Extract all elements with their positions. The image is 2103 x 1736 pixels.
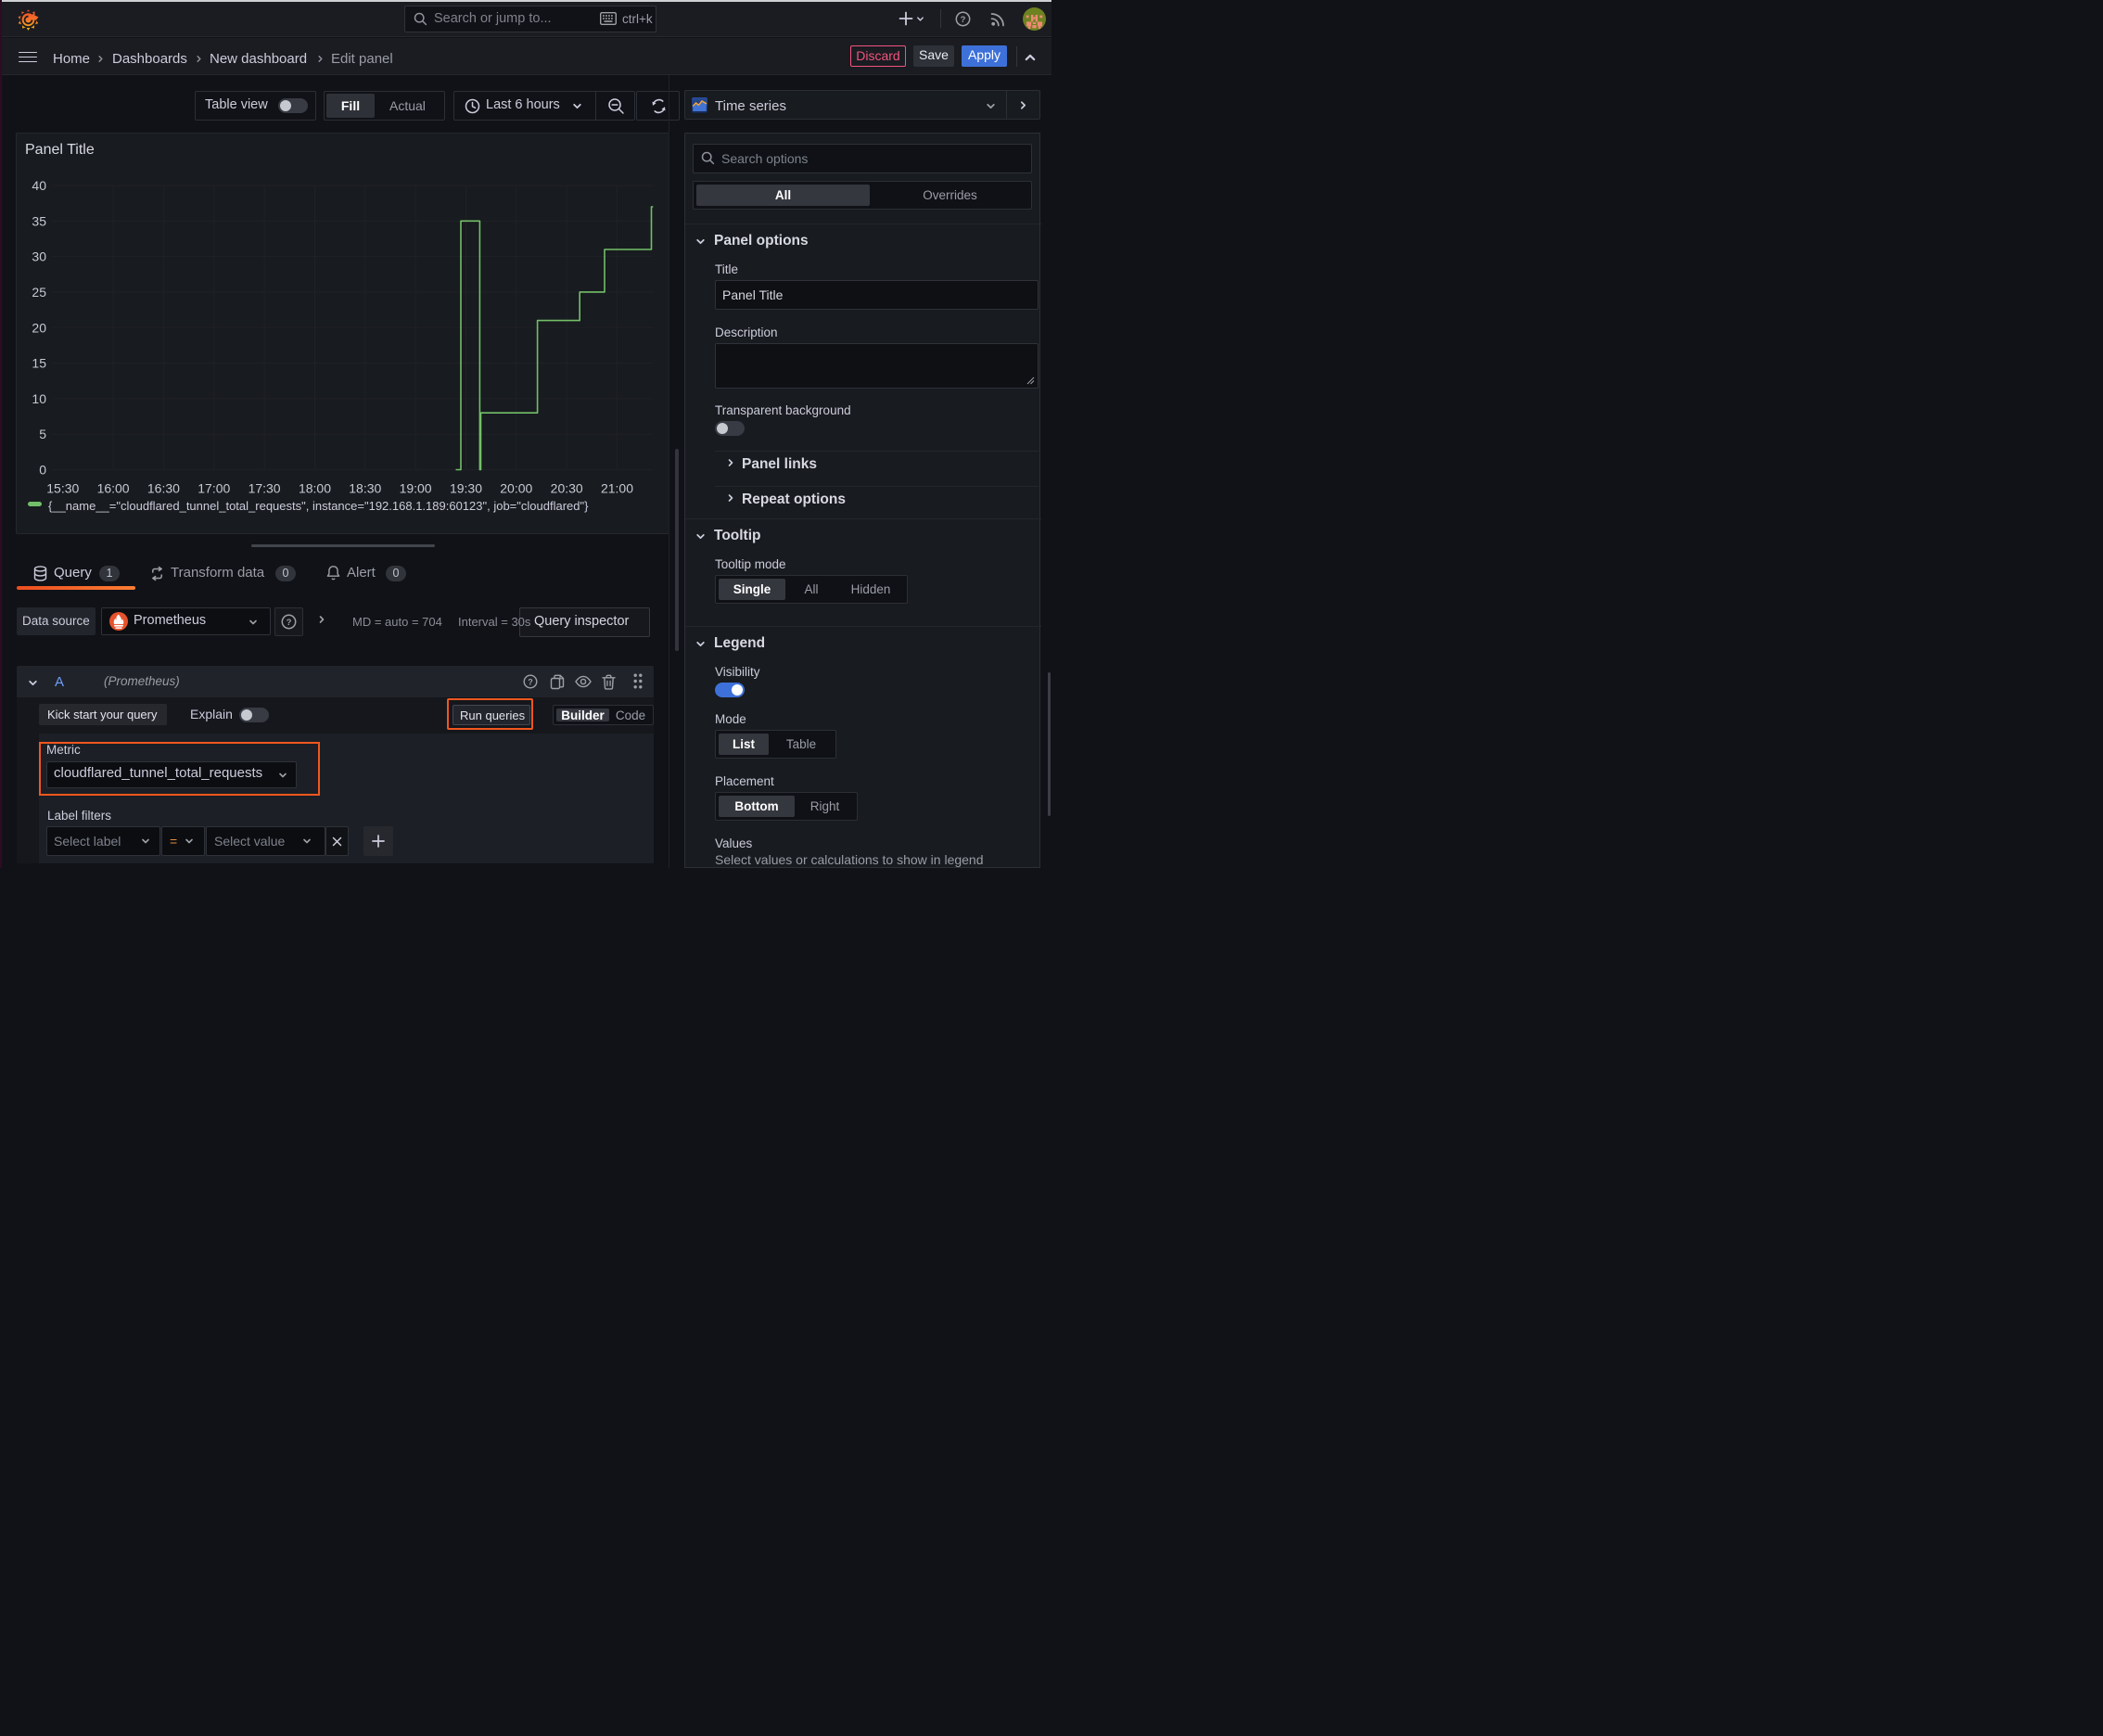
svg-text:35: 35 <box>32 213 46 228</box>
svg-text:19:00: 19:00 <box>400 481 432 496</box>
svg-text:18:00: 18:00 <box>299 481 331 496</box>
svg-text:40: 40 <box>32 178 46 193</box>
svg-text:16:00: 16:00 <box>97 481 130 496</box>
svg-text:15: 15 <box>32 356 46 371</box>
svg-text:18:30: 18:30 <box>349 481 381 496</box>
svg-text:25: 25 <box>32 285 46 300</box>
svg-text:16:30: 16:30 <box>147 481 180 496</box>
svg-text:17:30: 17:30 <box>249 481 281 496</box>
svg-text:15:30: 15:30 <box>46 481 79 496</box>
svg-text:?: ? <box>287 618 292 628</box>
svg-text:17:00: 17:00 <box>198 481 230 496</box>
svg-text:0: 0 <box>39 463 46 478</box>
svg-text:20:30: 20:30 <box>551 481 583 496</box>
svg-text:21:00: 21:00 <box>601 481 633 496</box>
svg-text:?: ? <box>528 677 532 686</box>
svg-text:20:00: 20:00 <box>500 481 532 496</box>
svg-text:5: 5 <box>39 427 46 441</box>
svg-text:10: 10 <box>32 391 46 406</box>
svg-text:19:30: 19:30 <box>450 481 482 496</box>
svg-text:30: 30 <box>32 249 46 264</box>
svg-text:?: ? <box>961 15 966 25</box>
svg-text:20: 20 <box>32 320 46 335</box>
